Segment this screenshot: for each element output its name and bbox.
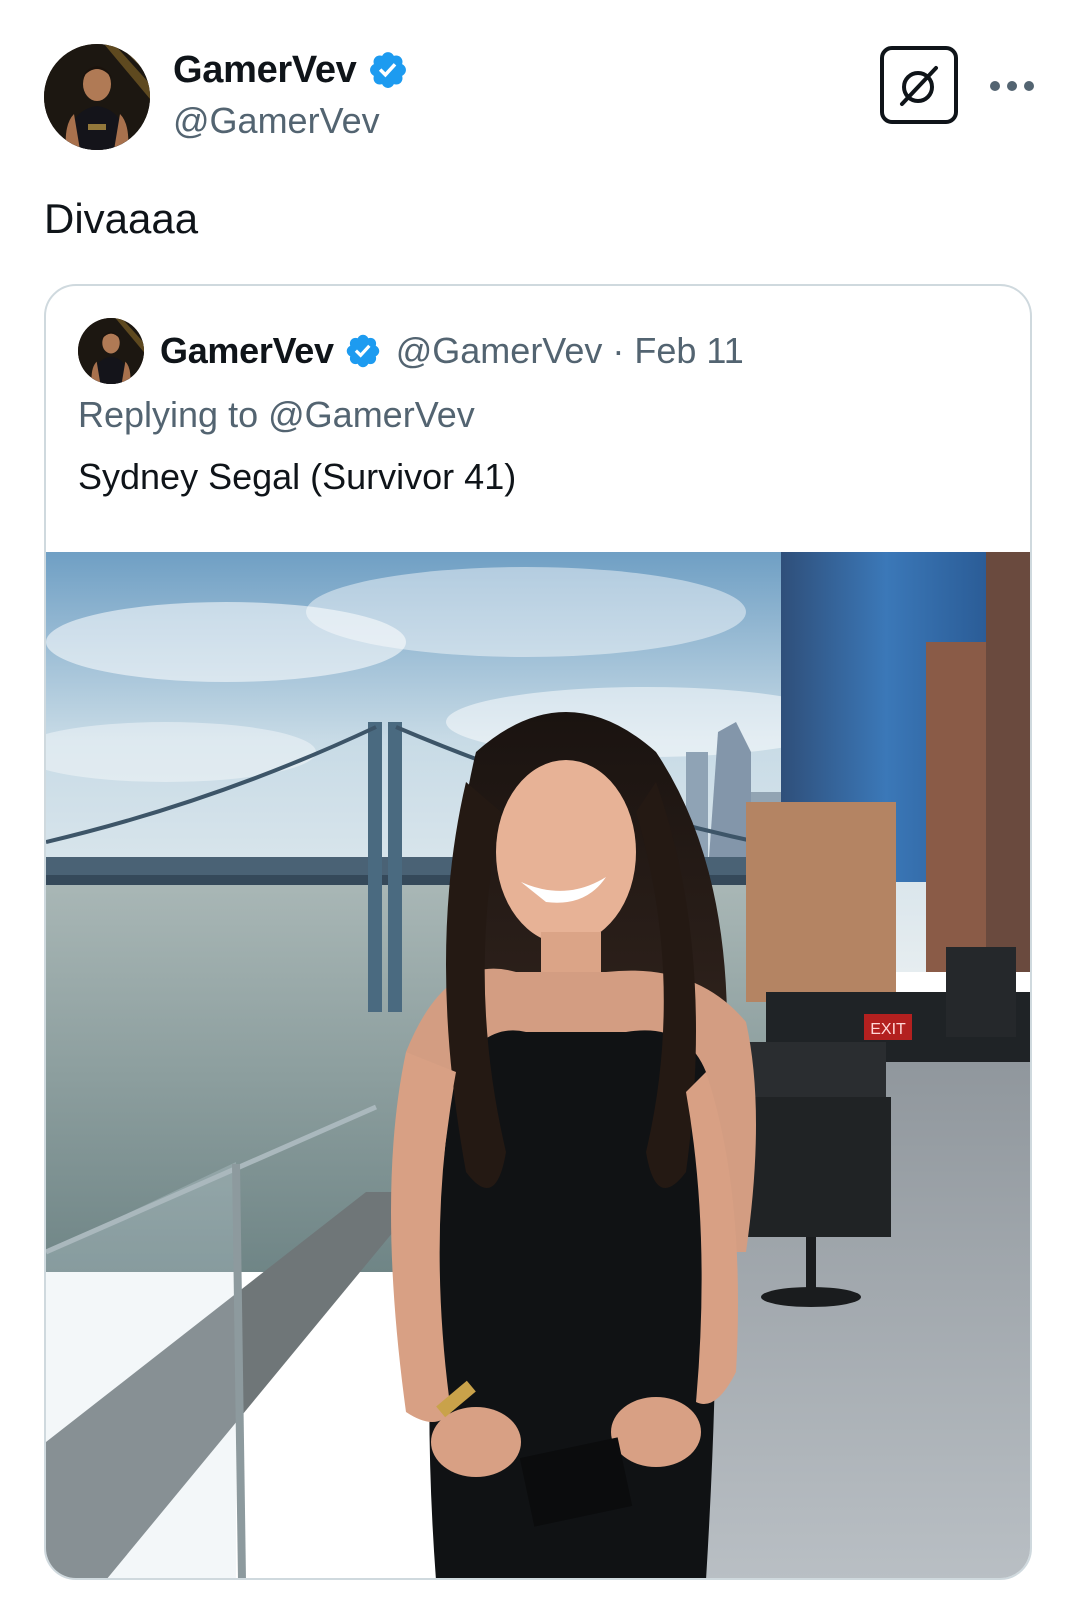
rooftop-photo: EXIT (46, 552, 1030, 1578)
author-handle[interactable]: @GamerVev (173, 100, 380, 142)
tweet-text: Divaaaa (44, 195, 199, 242)
author-display-name[interactable]: GamerVev (173, 49, 357, 92)
quoted-author-avatar[interactable] (78, 318, 144, 384)
quoted-author-display-name[interactable]: GamerVev (160, 330, 334, 372)
replying-to-label: Replying to (78, 394, 259, 435)
author-avatar[interactable] (44, 44, 150, 150)
replying-to-handle[interactable]: @GamerVev (268, 394, 475, 435)
quoted-tweet-header: GamerVev @GamerVev · Feb 11 (78, 318, 744, 384)
quoted-tweet-photo[interactable]: EXIT (46, 552, 1030, 1578)
verified-badge-icon (369, 52, 406, 88)
quoted-tweet-card[interactable]: GamerVev @GamerVev · Feb 11 Replying to … (44, 284, 1032, 1580)
more-options-button[interactable] (982, 64, 1042, 108)
author-name-row[interactable]: GamerVev (173, 44, 409, 96)
replying-to-line: Replying to @GamerVev (78, 394, 475, 436)
grok-button[interactable] (880, 46, 958, 124)
quoted-author-handle[interactable]: @GamerVev (396, 330, 603, 372)
quoted-tweet-text: Sydney Segal (Survivor 41) (78, 456, 517, 497)
grok-icon (900, 66, 938, 106)
author-avatar-image (44, 44, 150, 150)
exit-sign-text: EXIT (870, 1021, 906, 1038)
quoted-verified-badge-icon (346, 334, 379, 368)
quoted-author-avatar-image (78, 318, 144, 384)
more-options-icon (990, 81, 1034, 91)
quoted-separator: · (612, 330, 625, 371)
quoted-tweet-date[interactable]: Feb 11 (634, 330, 743, 372)
